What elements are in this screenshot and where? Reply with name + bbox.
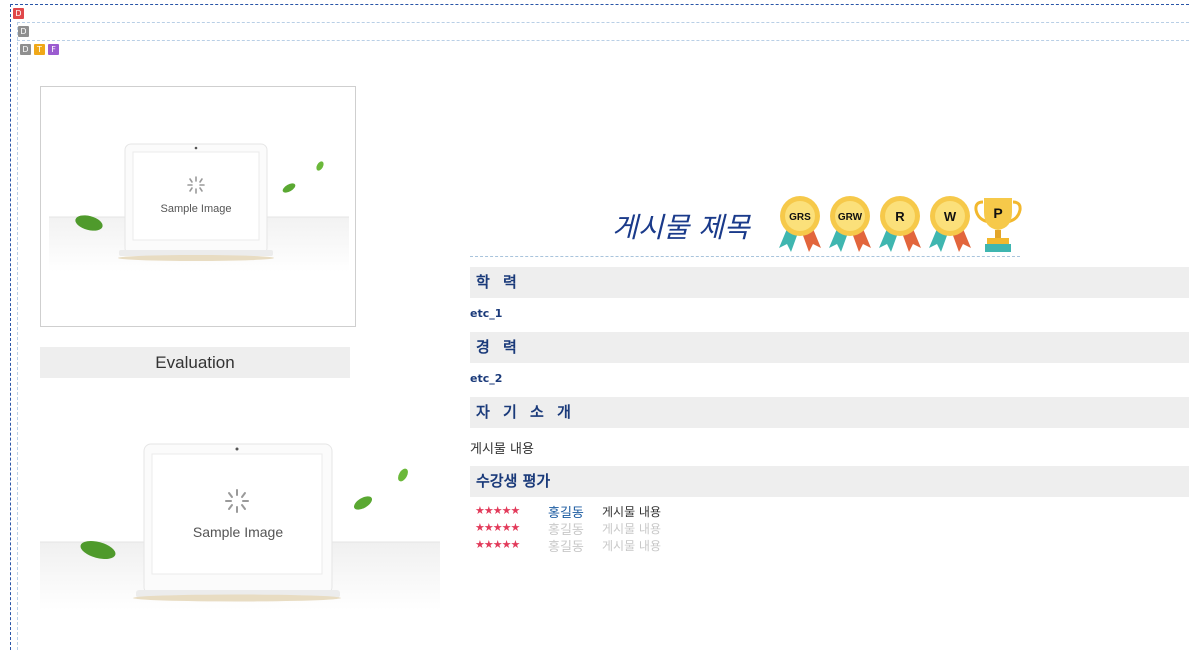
- rating-stars-icon: ★★★★★: [475, 521, 520, 534]
- review-text: 게시물 내용: [602, 539, 662, 553]
- rating-stars-icon: ★★★★★: [475, 538, 520, 551]
- leaf-icon: [398, 468, 408, 482]
- review-item[interactable]: ★★★★★ 홍길동 게시물 내용: [475, 538, 875, 555]
- layout-guide-row-1: [17, 22, 1189, 23]
- layout-guide-row-2: [17, 40, 1189, 41]
- post-title-area: 게시물 제목 GRS GRW R W P: [470, 192, 1023, 257]
- medal-icon[interactable]: R: [875, 194, 925, 256]
- profile-thumbnail[interactable]: Sample Image: [40, 86, 356, 327]
- medal-icon[interactable]: GRW: [825, 194, 875, 256]
- career-value: etc_2: [470, 372, 503, 385]
- section-reviews-heading: 수강생 평가: [470, 466, 1189, 497]
- layout-guide-top: [10, 4, 1189, 5]
- thumbnail-label: Sample Image: [160, 203, 232, 215]
- medal-label-w: W: [944, 209, 957, 224]
- leaf-icon: [353, 496, 373, 510]
- section-career-heading: 경 력: [470, 332, 1189, 363]
- debug-badge-f[interactable]: F: [48, 44, 59, 55]
- trophy-label-p: P: [993, 205, 1002, 221]
- review-text: 게시물 내용: [602, 522, 662, 536]
- medal-label-r: R: [895, 209, 905, 224]
- large-image-label: Sample Image: [192, 524, 284, 540]
- review-item[interactable]: ★★★★★ 홍길동 게시물 내용: [475, 504, 875, 521]
- post-title: 게시물 제목: [612, 211, 750, 244]
- section-education-heading: 학 력: [470, 267, 1189, 298]
- rating-stars-icon: ★★★★★: [475, 504, 520, 517]
- debug-badge-d[interactable]: D: [20, 44, 31, 55]
- large-sample-image: Sample Image: [40, 430, 440, 610]
- review-item[interactable]: ★★★★★ 홍길동 게시물 내용: [475, 521, 875, 538]
- debug-badge-t[interactable]: T: [34, 44, 45, 55]
- medal-icon[interactable]: W: [925, 194, 975, 256]
- leaf-icon: [282, 183, 296, 193]
- medal-icon[interactable]: GRS: [775, 194, 825, 256]
- medal-label-grs: GRS: [789, 212, 811, 223]
- evaluation-button[interactable]: Evaluation: [40, 347, 350, 378]
- layout-guide-inner-left: [17, 22, 18, 650]
- medal-label-grw: GRW: [838, 212, 863, 223]
- debug-badge-d-red[interactable]: D: [13, 8, 24, 19]
- reviewer-name: 홍길동: [548, 540, 584, 555]
- laptop-illustration-large: [40, 443, 440, 610]
- review-text: 게시물 내용: [602, 505, 662, 519]
- debug-badge-d-gray[interactable]: D: [18, 26, 29, 37]
- education-value: etc_1: [470, 307, 503, 320]
- trophy-icon[interactable]: P: [973, 194, 1023, 256]
- layout-guide-left: [10, 4, 11, 650]
- intro-content: 게시물 내용: [470, 442, 534, 457]
- leaf-icon: [316, 161, 324, 171]
- section-intro-heading: 자 기 소 개: [470, 397, 1189, 428]
